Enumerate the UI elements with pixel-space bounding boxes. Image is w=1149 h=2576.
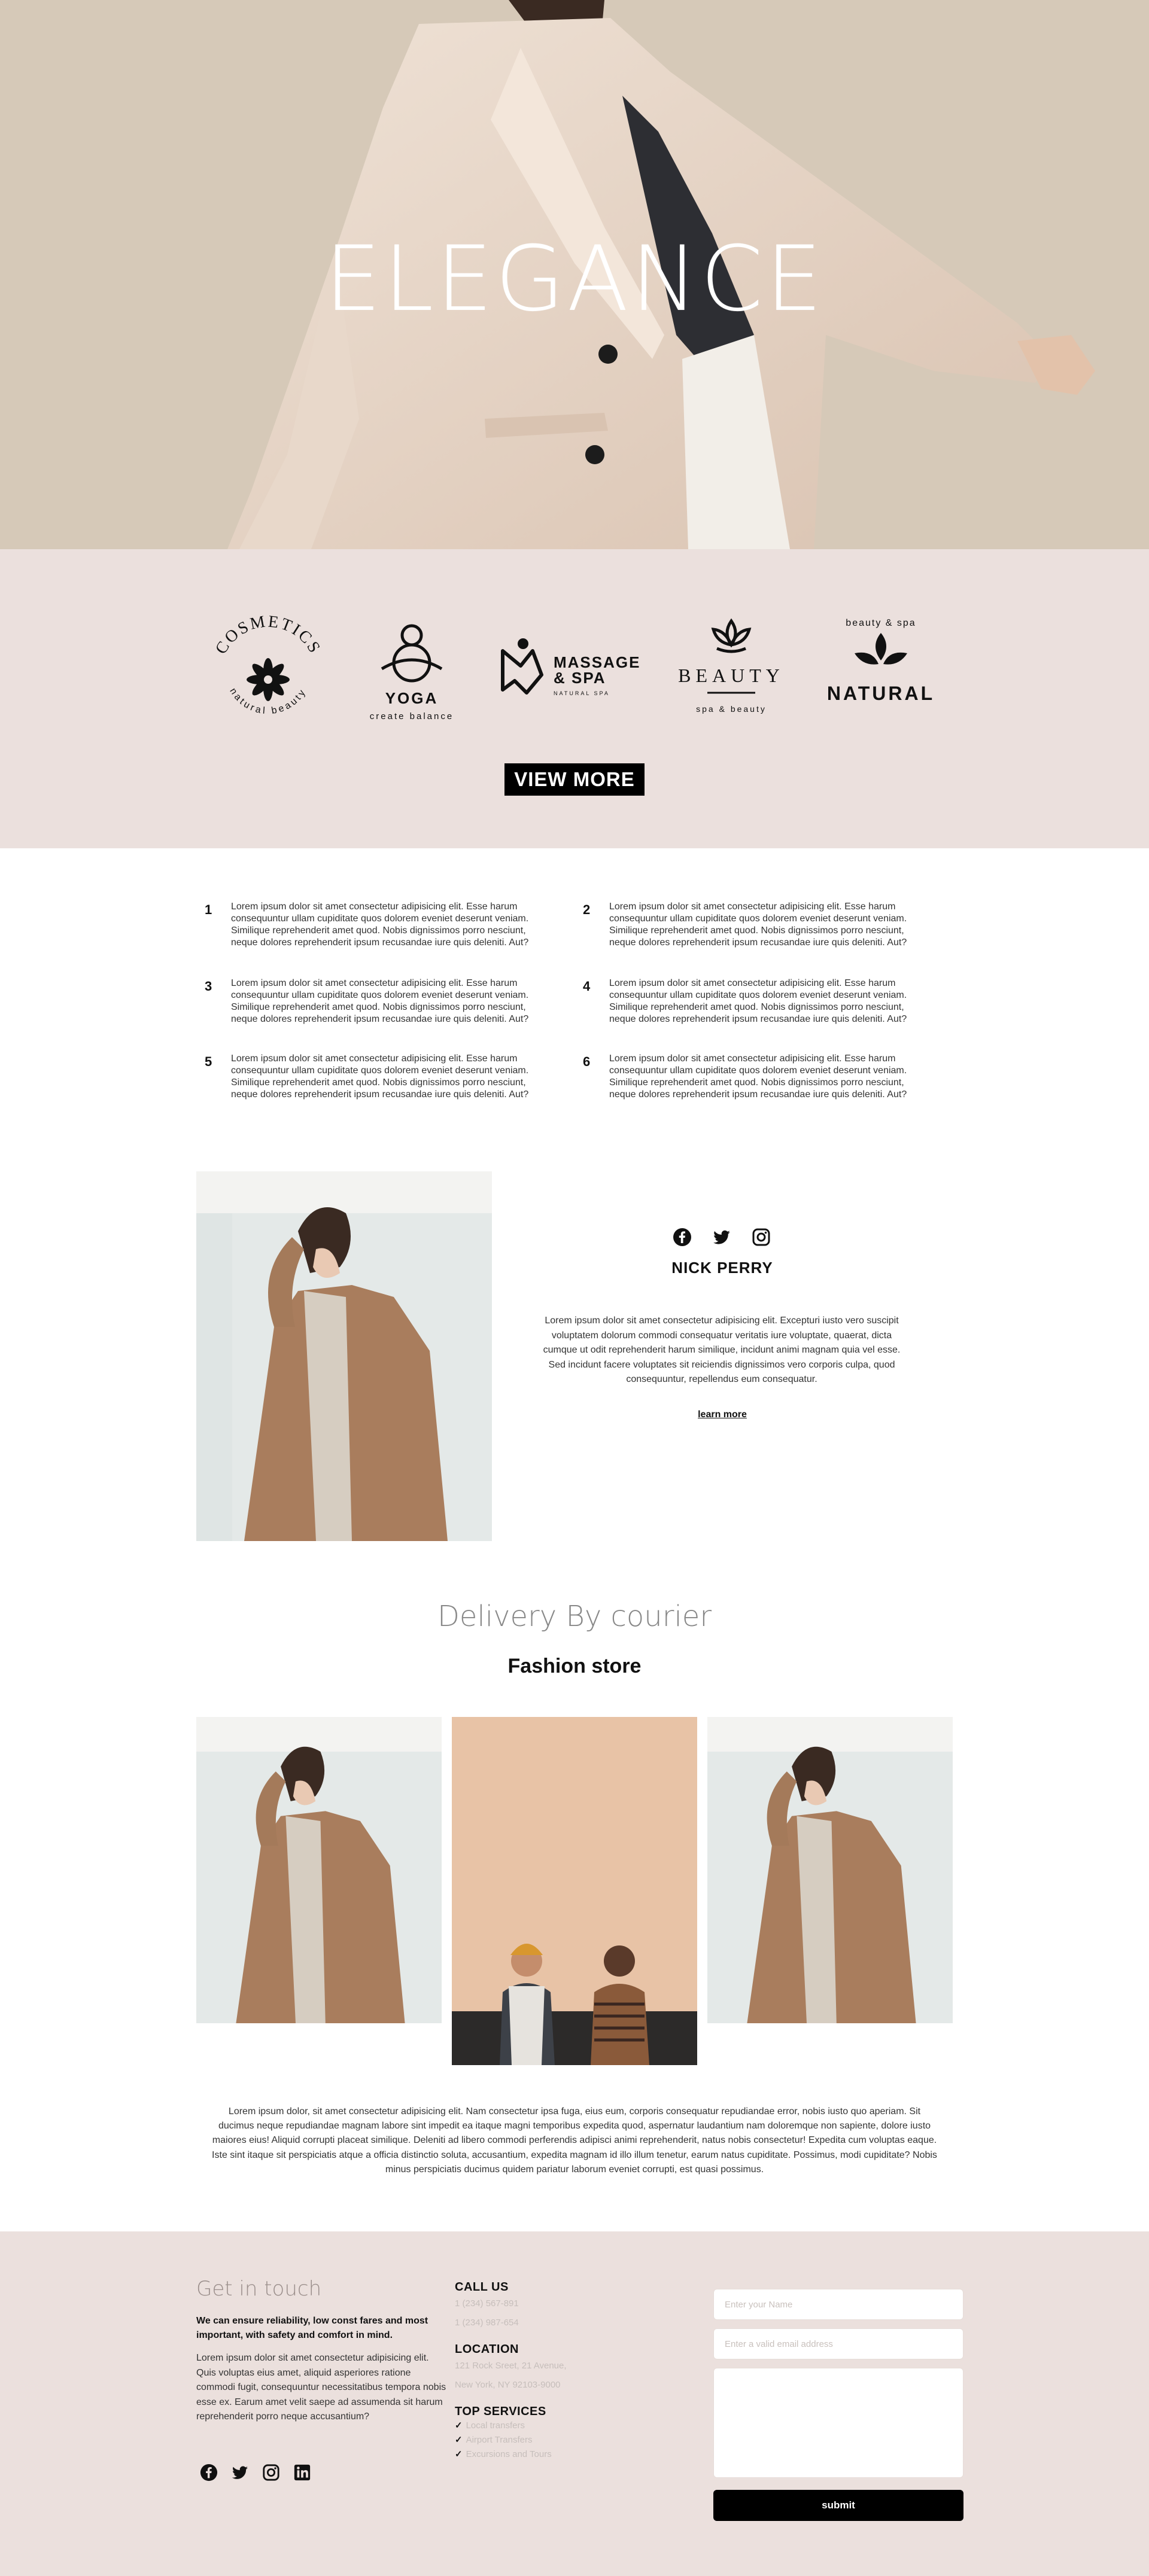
service-label: Excursions and Tours	[466, 2449, 552, 2459]
massage-spa-logo-sub: NATURAL SPA	[554, 690, 610, 696]
natural-logo-title: NATURAL	[827, 683, 935, 704]
address-line: 121 Rock Sreet, 21 Avenue,	[455, 2361, 567, 2371]
feature-text: Lorem ipsum dolor sit amet consectetur a…	[609, 1053, 907, 1100]
svg-text:COSMETICS: COSMETICS	[212, 612, 324, 657]
yoga-logo-sub: create balance	[370, 711, 454, 721]
name-input[interactable]	[713, 2289, 963, 2320]
service-item: ✓ Airport Transfers	[455, 2433, 552, 2447]
feature-item: 6 Lorem ipsum dolor sit amet consectetur…	[583, 1053, 918, 1101]
learn-more-link[interactable]: learn more	[598, 1409, 846, 1420]
natural-logo: beauty & spa NATURAL	[827, 618, 935, 704]
cosmetics-logo-top: COSMETICS	[212, 612, 323, 657]
feature-text: Lorem ipsum dolor sit amet consectetur a…	[231, 1053, 529, 1100]
feature-text: Lorem ipsum dolor sit amet consectetur a…	[231, 978, 529, 1024]
gallery-image	[452, 1717, 697, 2065]
check-icon: ✓	[455, 2420, 463, 2431]
profile-social-links	[673, 1228, 771, 1247]
profile-bio: Lorem ipsum dolor sit amet consectetur a…	[543, 1316, 901, 1384]
footer-title: Get in touch	[196, 2277, 322, 2301]
feature-item: 3 Lorem ipsum dolor sit amet consectetur…	[205, 978, 540, 1025]
footer-social-links	[200, 2464, 311, 2481]
view-more-button[interactable]: VIEW MORE	[504, 763, 645, 796]
call-us-heading: CALL US	[455, 2280, 509, 2294]
delivery-title: Delivery By courier	[437, 1600, 712, 1633]
beauty-logo-sub: spa & beauty	[696, 704, 767, 714]
location-heading: LOCATION	[455, 2343, 519, 2356]
feature-text: Lorem ipsum dolor sit amet consectetur a…	[231, 902, 529, 948]
footer-lead: We can ensure reliability, low const far…	[196, 2316, 428, 2340]
footer: Get in touch We can ensure reliability, …	[0, 2231, 1149, 2576]
facebook-icon[interactable]	[200, 2464, 218, 2481]
service-label: Local transfers	[466, 2420, 525, 2431]
feature-item: 4 Lorem ipsum dolor sit amet consectetur…	[583, 978, 918, 1025]
gallery-image	[196, 1717, 442, 2023]
feature-number: 1	[205, 902, 212, 917]
features-section: 1 Lorem ipsum dolor sit amet consectetur…	[0, 848, 1149, 1171]
feature-number: 4	[583, 979, 591, 994]
email-input[interactable]	[713, 2328, 963, 2359]
profile-photo	[196, 1171, 492, 1541]
delivery-text: Lorem ipsum dolor, sit amet consectetur …	[212, 2106, 937, 2175]
brand-logos-section: COSMETICS natural beauty YOGA create bal…	[0, 549, 1149, 848]
linkedin-icon[interactable]	[293, 2464, 311, 2481]
beauty-logo-title: BEAUTY	[678, 665, 785, 686]
feature-number: 2	[583, 902, 591, 917]
service-label: Airport Transfers	[466, 2435, 533, 2445]
check-icon: ✓	[455, 2449, 463, 2459]
yoga-logo: YOGA create balance	[370, 624, 454, 721]
feature-text: Lorem ipsum dolor sit amet consectetur a…	[609, 978, 907, 1024]
address-line: New York, NY 92103-9000	[455, 2380, 561, 2390]
feature-item: 2 Lorem ipsum dolor sit amet consectetur…	[583, 901, 918, 949]
instagram-icon[interactable]	[262, 2464, 280, 2481]
massage-spa-logo: MASSAGE & SPA NATURAL SPA	[501, 638, 639, 696]
message-textarea[interactable]	[713, 2368, 963, 2478]
phone-number[interactable]: 1 (234) 987-654	[455, 2313, 519, 2333]
yoga-logo-title: YOGA	[385, 689, 439, 707]
massage-spa-logo-title2: & SPA	[554, 669, 606, 687]
footer-body: Lorem ipsum dolor sit amet consectetur a…	[196, 2353, 446, 2422]
feature-number: 6	[583, 1054, 591, 1069]
submit-button[interactable]: submit	[713, 2490, 963, 2521]
profile-section: NICK PERRY Lorem ipsum dolor sit amet co…	[0, 1171, 1149, 1620]
natural-logo-top: beauty & spa	[846, 618, 916, 628]
facebook-icon[interactable]	[673, 1228, 692, 1247]
gallery-image	[707, 1717, 953, 2023]
services-heading: TOP SERVICES	[455, 2405, 546, 2418]
phone-number[interactable]: 1 (234) 567-891	[455, 2294, 519, 2313]
delivery-subtitle: Fashion store	[507, 1655, 642, 1677]
profile-name: NICK PERRY	[671, 1259, 773, 1277]
hero-section: ELEGANCE	[0, 0, 1149, 549]
beauty-logo: BEAUTY spa & beauty	[678, 618, 785, 714]
feature-item: 5 Lorem ipsum dolor sit amet consectetur…	[205, 1053, 540, 1101]
hero-title: ELEGANCE	[324, 227, 825, 331]
service-item: ✓ Excursions and Tours	[455, 2447, 552, 2462]
twitter-icon[interactable]	[231, 2464, 249, 2481]
feature-number: 5	[205, 1054, 212, 1069]
call-us-block: CALL US 1 (234) 567-891 1 (234) 987-654	[455, 2280, 519, 2333]
feature-item: 1 Lorem ipsum dolor sit amet consectetur…	[205, 901, 540, 949]
cosmetics-logo: COSMETICS natural beauty	[212, 612, 324, 716]
location-block: LOCATION 121 Rock Sreet, 21 Avenue, New …	[455, 2343, 567, 2395]
twitter-icon[interactable]	[712, 1228, 731, 1247]
services-block: TOP SERVICES ✓ Local transfers ✓ Airport T…	[455, 2405, 552, 2462]
service-item: ✓ Local transfers	[455, 2419, 552, 2433]
check-icon: ✓	[455, 2435, 463, 2445]
instagram-icon[interactable]	[752, 1228, 771, 1247]
feature-number: 3	[205, 979, 212, 994]
feature-text: Lorem ipsum dolor sit amet consectetur a…	[609, 902, 907, 948]
